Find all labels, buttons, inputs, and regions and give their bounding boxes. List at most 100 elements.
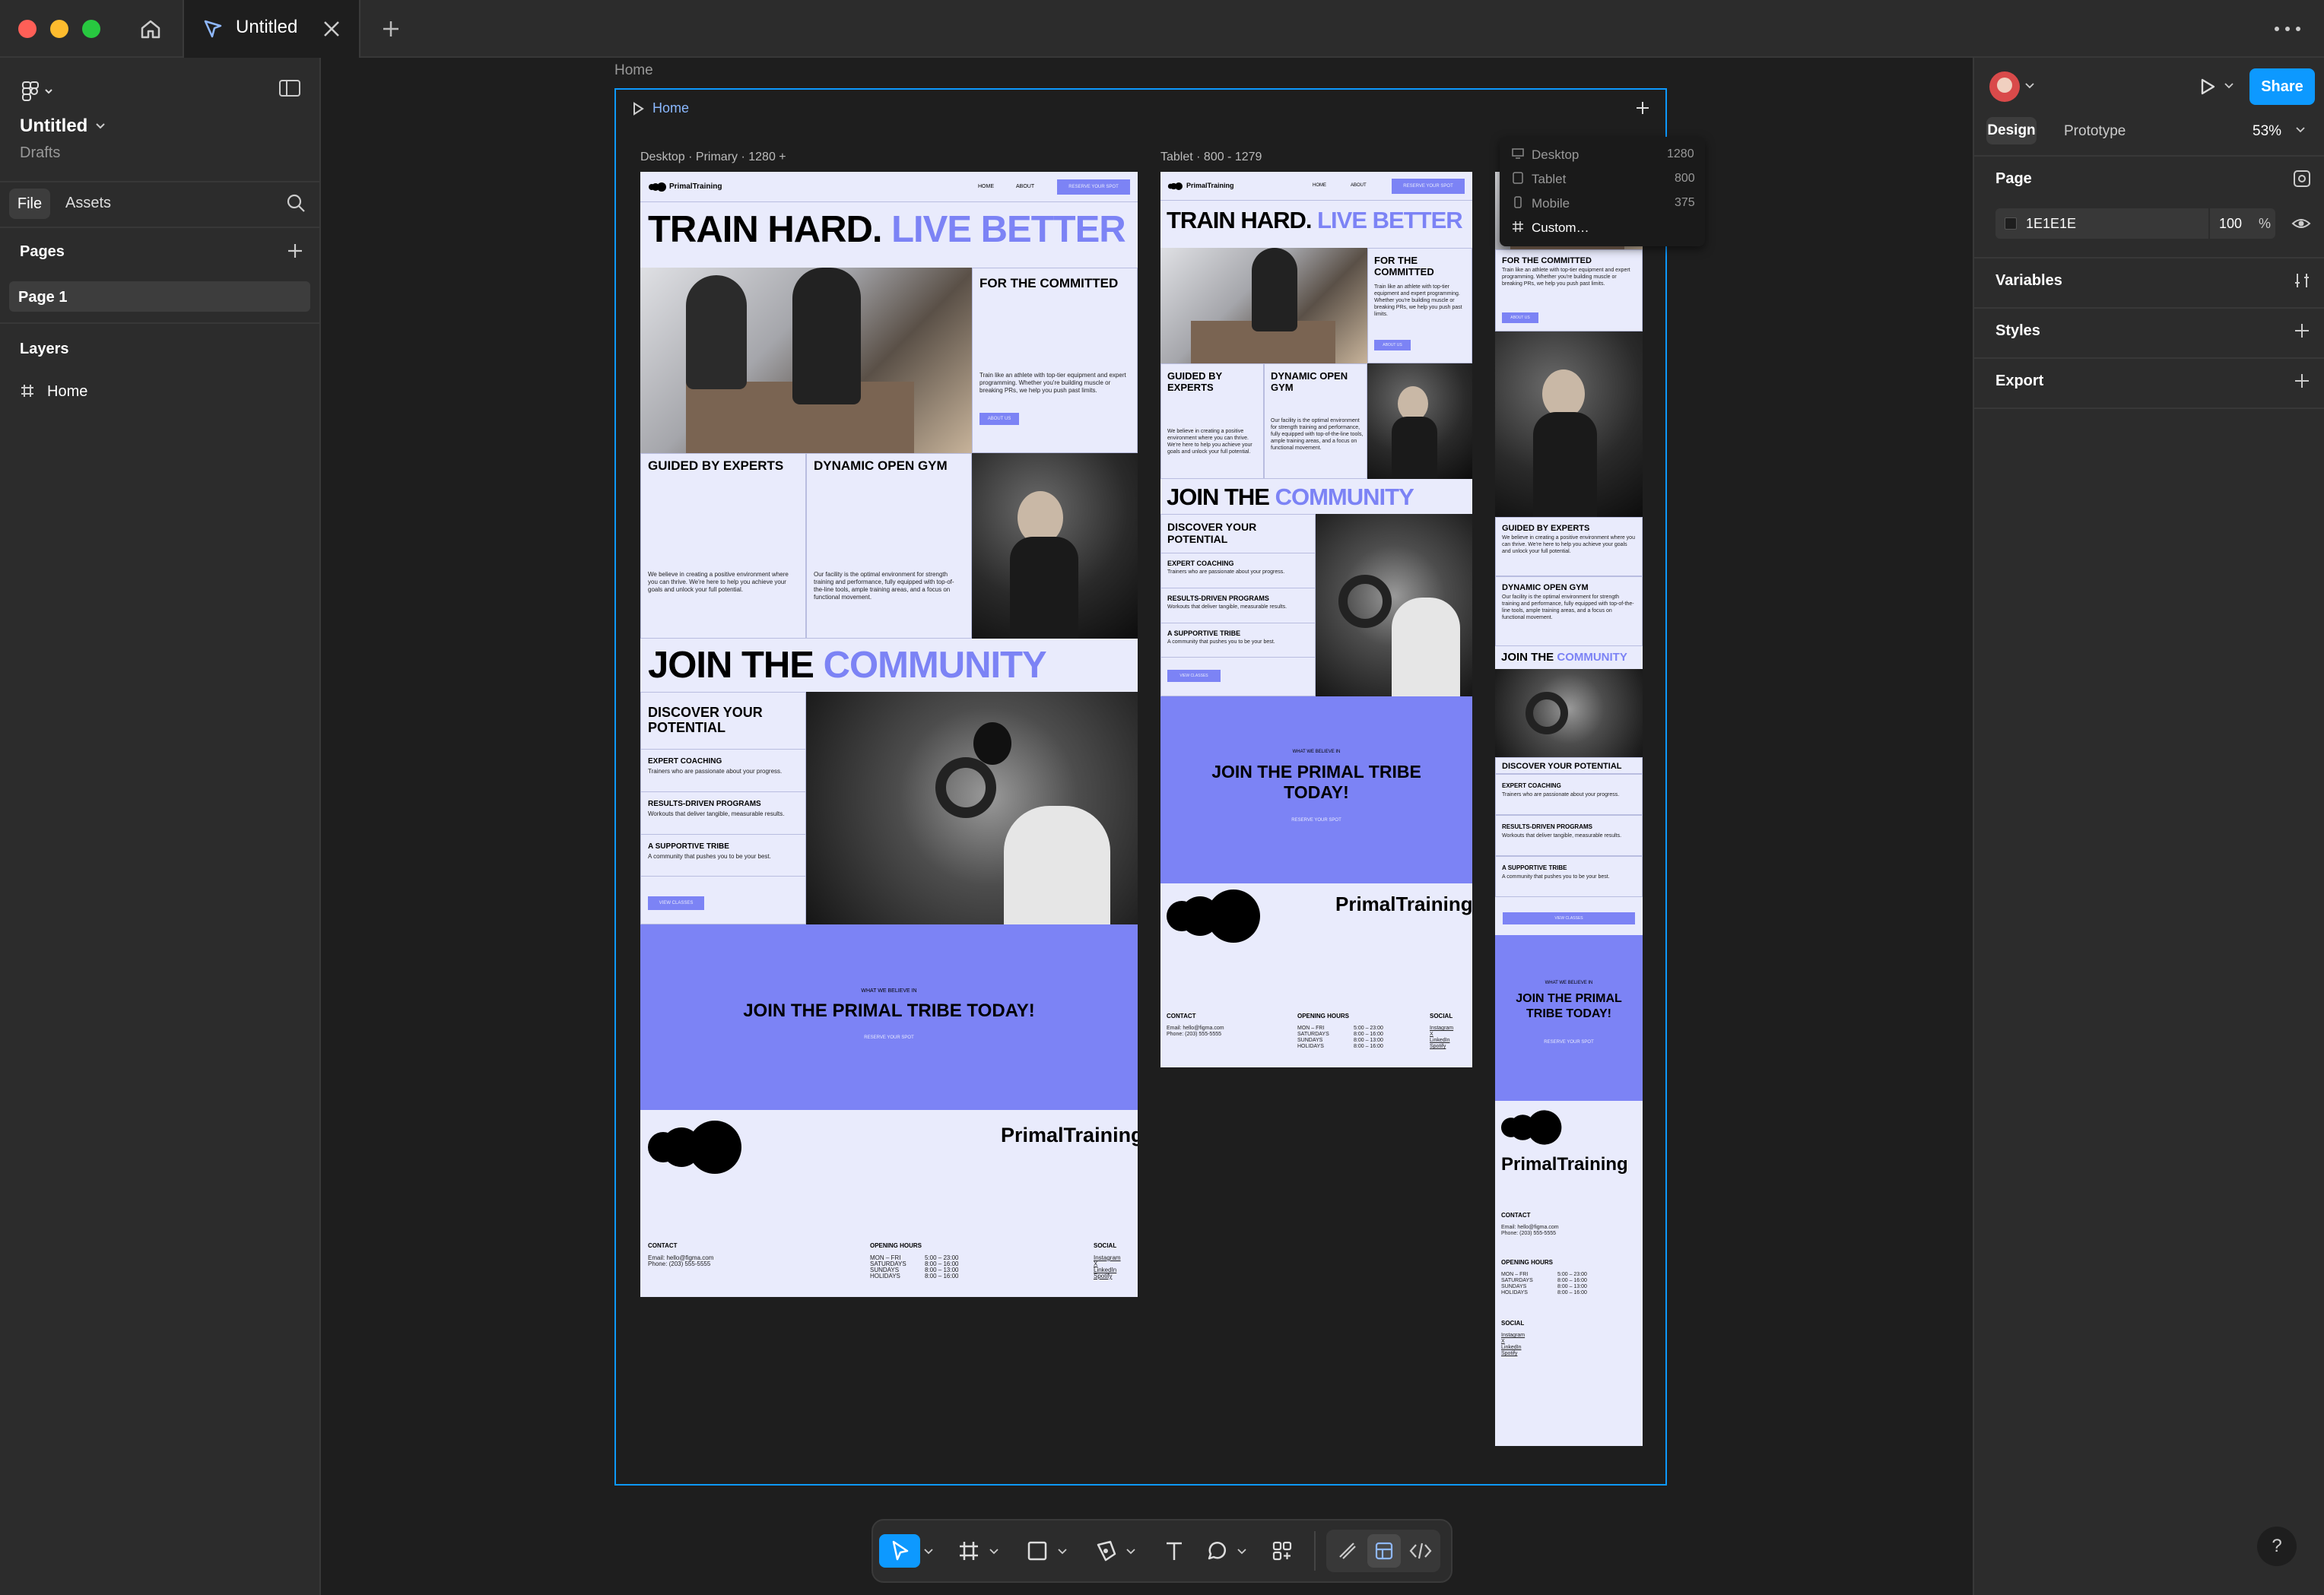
present-icon[interactable] (2195, 75, 2219, 99)
nav-reserve-button[interactable]: RESERVE YOUR SPOT (1057, 179, 1130, 195)
layer-item-home[interactable]: Home (9, 376, 310, 406)
desktop-icon (1512, 148, 1524, 159)
reserve-link[interactable]: RESERVE YOUR SPOT (640, 1035, 1138, 1040)
social-link[interactable]: Spotify (1430, 1043, 1446, 1051)
more-options-icon[interactable] (2274, 23, 2301, 35)
nav-about[interactable]: ABOUT (1016, 184, 1034, 189)
add-style-icon[interactable] (2292, 321, 2312, 341)
nav-about[interactable]: ABOUT (1351, 183, 1367, 188)
social-link[interactable]: Spotify (1501, 1350, 1517, 1358)
toggle-sidebar-icon[interactable] (278, 78, 301, 99)
tablet-artboard[interactable]: PrimalTraining HOME ABOUT RESERVE YOUR S… (1160, 172, 1472, 1067)
home-icon[interactable] (137, 15, 164, 43)
open-gym-title: DYNAMIC OPEN GYM (1271, 370, 1348, 393)
committed-cell: FOR THE COMMITTED Train like an athlete … (1495, 249, 1643, 331)
about-us-button[interactable]: ABOUT US (1374, 340, 1411, 350)
opacity-value[interactable]: 100 (2219, 216, 2242, 232)
desktop-artboard[interactable]: PrimalTraining HOME ABOUT RESERVE YOUR S… (640, 172, 1138, 1297)
feature-title: RESULTS-DRIVEN PROGRAMS (648, 800, 761, 808)
main-menu-button[interactable] (20, 78, 58, 105)
file-name[interactable]: Untitled (20, 116, 87, 137)
chevron-down-icon[interactable] (989, 1548, 999, 1555)
feature-text: Trainers who are passionate about your p… (1167, 569, 1285, 575)
chevron-down-icon[interactable] (94, 122, 106, 131)
add-breakpoint-icon[interactable] (1633, 99, 1652, 117)
fill-swatch[interactable] (2005, 217, 2017, 230)
brand-name[interactable]: PrimalTraining (669, 182, 722, 191)
comment-tool-button[interactable] (1200, 1534, 1233, 1568)
file-tab[interactable]: Untitled (183, 0, 360, 58)
mobile-artboard[interactable]: FOR THE COMMITTED Train like an athlete … (1495, 172, 1643, 1446)
chevron-down-icon[interactable] (1125, 1548, 1136, 1555)
nav-home[interactable]: HOME (1313, 183, 1326, 188)
eye-icon[interactable] (2291, 213, 2312, 234)
add-page-icon[interactable] (284, 240, 306, 262)
actions-button[interactable] (1265, 1534, 1299, 1568)
text-tool-button[interactable] (1157, 1534, 1191, 1568)
move-tool-button[interactable] (879, 1534, 920, 1568)
share-button[interactable]: Share (2249, 68, 2315, 105)
tab-assets[interactable]: Assets (65, 195, 111, 212)
breakpoint-item-custom[interactable]: Custom… (1500, 214, 1705, 239)
tab-design[interactable]: Design (1986, 117, 2037, 144)
reserve-link[interactable]: RESERVE YOUR SPOT (1160, 818, 1472, 823)
design-mode-button[interactable] (1367, 1534, 1401, 1568)
frame-label-home[interactable]: Home (614, 62, 653, 79)
pen-tool-button[interactable] (1089, 1534, 1122, 1568)
about-us-button[interactable]: ABOUT US (979, 413, 1019, 425)
tab-prototype[interactable]: Prototype (2064, 123, 2126, 140)
brand-name[interactable]: PrimalTraining (1186, 182, 1234, 189)
page-styles-icon[interactable] (2292, 169, 2312, 189)
page-fill-input[interactable]: 1E1E1E 100 % (1995, 208, 2275, 239)
fill-hex-value[interactable]: 1E1E1E (2026, 216, 2076, 232)
breakpoint-item-tablet[interactable]: Tablet 800 (1500, 166, 1705, 190)
feature-item: RESULTS-DRIVEN PROGRAMS Workouts that de… (1495, 815, 1643, 856)
view-classes-button[interactable]: VIEW CLASSES (648, 896, 704, 910)
frame-icon (960, 1542, 978, 1560)
new-tab-icon[interactable] (380, 18, 402, 40)
dev-mode-button[interactable] (1404, 1534, 1437, 1568)
hours-time: 8:00 – 16:00 (925, 1273, 959, 1279)
breakpoint-name: Desktop (1532, 147, 1579, 162)
hours-day: HOLIDAYS (1501, 1290, 1528, 1295)
nav-reserve-button[interactable]: RESERVE YOUR SPOT (1392, 179, 1465, 194)
draw-mode-button[interactable] (1331, 1534, 1364, 1568)
variables-icon[interactable] (2292, 271, 2312, 290)
chevron-down-icon[interactable] (1237, 1548, 1247, 1555)
chevron-down-icon[interactable] (923, 1548, 934, 1555)
tab-file[interactable]: File (9, 189, 50, 219)
chevron-down-icon[interactable] (2224, 82, 2234, 90)
chevron-down-icon[interactable] (2295, 126, 2306, 134)
view-classes-button[interactable]: VIEW CLASSES (1503, 912, 1635, 924)
code-icon (1409, 1543, 1432, 1559)
help-icon[interactable]: ? (2257, 1527, 2297, 1566)
minimize-window-button[interactable] (50, 20, 68, 38)
play-flow-icon[interactable] (630, 100, 646, 117)
maximize-window-button[interactable] (82, 20, 100, 38)
nav-home[interactable]: HOME (978, 184, 994, 189)
search-icon[interactable] (284, 192, 307, 214)
close-tab-icon[interactable] (321, 18, 342, 40)
contact-title: CONTACT (1167, 1013, 1196, 1019)
barbell-class-photo (806, 692, 1138, 924)
breakpoint-name: Tablet (1532, 172, 1567, 186)
canvas[interactable]: Home Home Desktop · Primary · 1280 + Tab… (321, 58, 1973, 1595)
view-classes-button[interactable]: VIEW CLASSES (1167, 670, 1221, 682)
add-export-icon[interactable] (2292, 371, 2312, 391)
home-frame[interactable]: Home Desktop · Primary · 1280 + Tablet ·… (614, 88, 1705, 1486)
flow-label[interactable]: Home (652, 100, 689, 116)
reserve-link[interactable]: RESERVE YOUR SPOT (1495, 1040, 1643, 1045)
social-link[interactable]: Spotify (1094, 1273, 1112, 1280)
page-item-page-1[interactable]: Page 1 (9, 281, 310, 312)
chevron-down-icon[interactable] (1057, 1548, 1068, 1555)
zoom-level[interactable]: 53% (2253, 123, 2281, 140)
breakpoint-item-mobile[interactable]: Mobile 375 (1500, 190, 1705, 214)
chevron-down-icon[interactable] (2024, 82, 2035, 90)
about-us-button[interactable]: ABOUT US (1502, 312, 1538, 323)
close-window-button[interactable] (18, 20, 37, 38)
avatar[interactable] (1989, 71, 2020, 102)
contact-title: CONTACT (648, 1242, 678, 1249)
frame-tool-button[interactable] (952, 1534, 986, 1568)
breakpoint-item-desktop[interactable]: Desktop 1280 (1500, 141, 1705, 166)
shape-tool-button[interactable] (1021, 1534, 1054, 1568)
